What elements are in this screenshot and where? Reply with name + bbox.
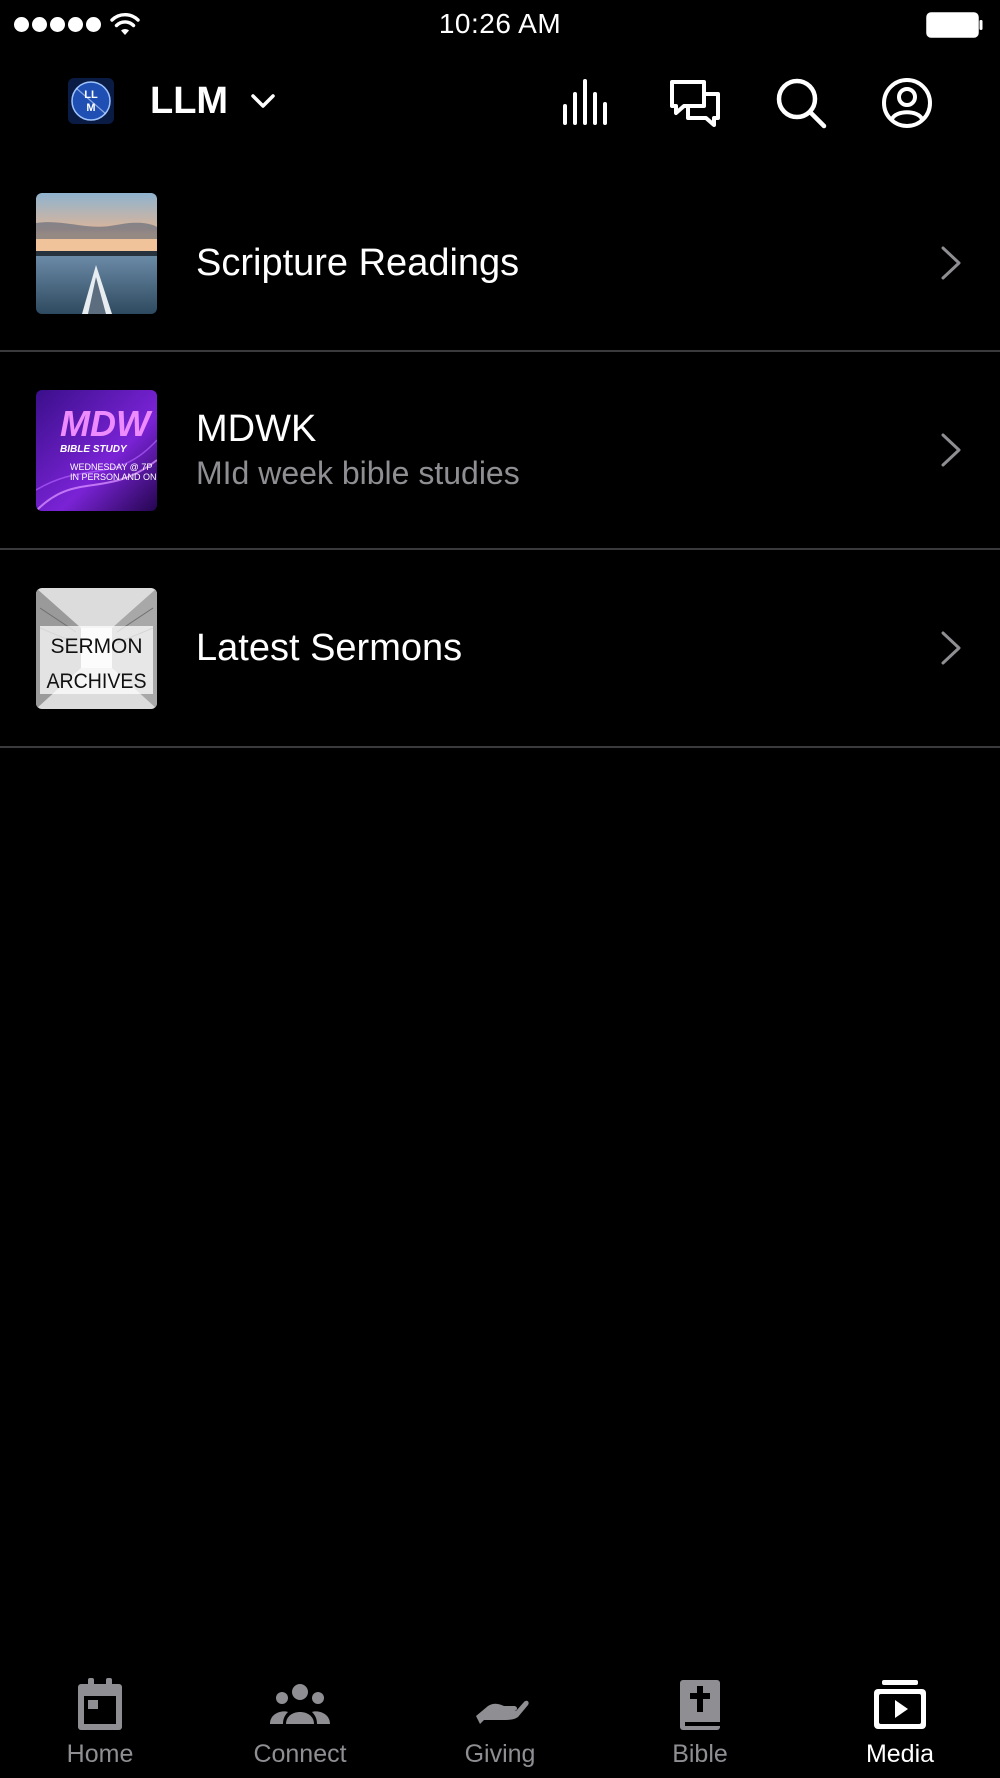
chevron-down-icon[interactable] (248, 86, 278, 116)
giving-hand-icon (476, 1700, 529, 1724)
mdwk-thumbnail: MDW BIBLE STUDY WEDNESDAY @ 7P IN PERSON… (36, 390, 157, 511)
audio-bars-icon[interactable] (560, 76, 614, 130)
battery-icon (926, 12, 983, 38)
list-item-latest-sermons[interactable]: SERMON ARCHIVES Latest Sermons (0, 550, 1000, 748)
tab-giving[interactable]: Giving (400, 1660, 600, 1778)
list-item-text: MDWK MId week bible studies (196, 352, 890, 548)
chevron-right-icon (941, 433, 961, 467)
list-item-title: Latest Sermons (196, 627, 463, 669)
thumb-mdw-text: MDW (60, 403, 153, 444)
list-item-text: Latest Sermons (196, 550, 890, 746)
status-time: 10:26 AM (438, 8, 562, 39)
media-screen: 10:26 AM LL M LLM Scripture Readings MDW… (0, 0, 1000, 1778)
tab-media[interactable]: Media (800, 1660, 1000, 1778)
thumb-archives-text: ARCHIVES (47, 670, 147, 693)
chevron-right-icon (941, 246, 961, 279)
tab-home[interactable]: Home (0, 1660, 200, 1778)
chevron-right-icon (941, 631, 961, 665)
thumb-in-person-text: IN PERSON AND ON (70, 472, 157, 482)
list-item-subtitle: MId week bible studies (196, 455, 520, 491)
media-play-icon (874, 1680, 926, 1729)
media-list: Scripture Readings MDW BIBLE STUDY WEDNE… (0, 175, 1000, 748)
tab-label: Connect (253, 1740, 347, 1768)
thumb-sermon-text: SERMON (51, 635, 143, 658)
search-icon[interactable] (774, 76, 828, 130)
tab-label: Bible (672, 1740, 728, 1768)
latest-sermons-thumbnail: SERMON ARCHIVES (36, 588, 157, 709)
svg-text:LL: LL (84, 89, 98, 101)
svg-text:M: M (86, 102, 95, 114)
tab-bar: Home Connect Giving Bible Media (0, 1660, 1000, 1778)
list-item-title: Scripture Readings (196, 241, 520, 284)
scripture-readings-thumbnail (36, 193, 157, 314)
tab-bible[interactable]: Bible (600, 1660, 800, 1778)
org-logo[interactable]: LL M (68, 78, 114, 124)
tab-label: Home (66, 1740, 134, 1768)
thumb-wednesday-text: WEDNESDAY @ 7P (70, 462, 152, 472)
app-header: LL M LLM (0, 58, 1000, 148)
tab-label: Giving (464, 1740, 536, 1768)
bible-icon (680, 1680, 720, 1730)
thumb-bible-study-text: BIBLE STUDY (60, 444, 128, 455)
calendar-icon (78, 1678, 122, 1730)
list-item-scripture-readings[interactable]: Scripture Readings (0, 175, 1000, 352)
org-name[interactable]: LLM (150, 78, 228, 124)
status-bar: 10:26 AM (0, 0, 1000, 50)
list-item-text: Scripture Readings (196, 175, 890, 350)
tab-label: Media (865, 1740, 935, 1768)
list-item-title: MDWK (196, 408, 317, 450)
chat-bubbles-icon[interactable] (668, 76, 722, 130)
list-item-mdwk[interactable]: MDW BIBLE STUDY WEDNESDAY @ 7P IN PERSON… (0, 352, 1000, 550)
account-icon[interactable] (880, 76, 934, 130)
tab-connect[interactable]: Connect (200, 1660, 400, 1778)
people-icon (270, 1684, 330, 1724)
